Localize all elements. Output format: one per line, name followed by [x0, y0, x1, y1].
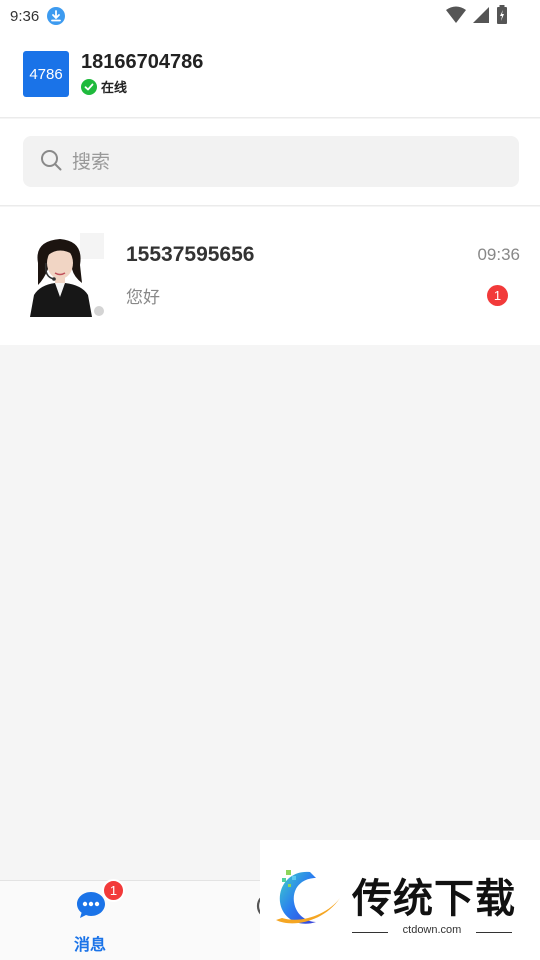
tab-messages[interactable]: 1 消息	[0, 879, 180, 960]
status-time: 9:36	[10, 7, 40, 25]
tab-label-messages: 消息	[73, 935, 106, 954]
unread-badge: 1	[487, 285, 508, 306]
check-circle-icon	[81, 78, 97, 95]
online-status[interactable]: 在线	[81, 77, 127, 96]
watermark-title: 传统下载	[352, 876, 516, 922]
watermark-domain: ctdown.com	[402, 924, 462, 936]
conversation-preview: 您好	[126, 288, 160, 308]
conversation-name: 15537595656	[126, 243, 255, 266]
account-header: 4786 18166704786 在线	[0, 32, 540, 118]
search-icon	[40, 149, 62, 175]
cellular-signal-icon	[472, 6, 490, 28]
user-phone: 18166704786	[81, 51, 204, 73]
presence-indicator	[92, 304, 106, 318]
battery-icon	[496, 5, 508, 29]
search-input[interactable]	[72, 150, 472, 173]
wifi-icon	[446, 6, 466, 28]
tab-badge: 1	[102, 879, 125, 902]
watermark: 传统下载 ctdown.com	[260, 840, 540, 960]
conversation-time: 09:36	[477, 245, 520, 264]
status-indicators	[446, 5, 508, 29]
watermark-divider-right	[476, 932, 512, 933]
online-status-label: 在线	[101, 81, 128, 96]
status-bar: 9:36	[0, 0, 540, 32]
conversation-item[interactable]: 15537595656 您好 09:36 1	[0, 207, 540, 345]
watermark-logo	[268, 864, 348, 940]
download-icon	[47, 7, 66, 25]
search-bar[interactable]	[23, 136, 519, 187]
contact-avatar	[24, 233, 104, 317]
search-section	[0, 119, 540, 206]
user-avatar[interactable]: 4786	[23, 51, 69, 97]
